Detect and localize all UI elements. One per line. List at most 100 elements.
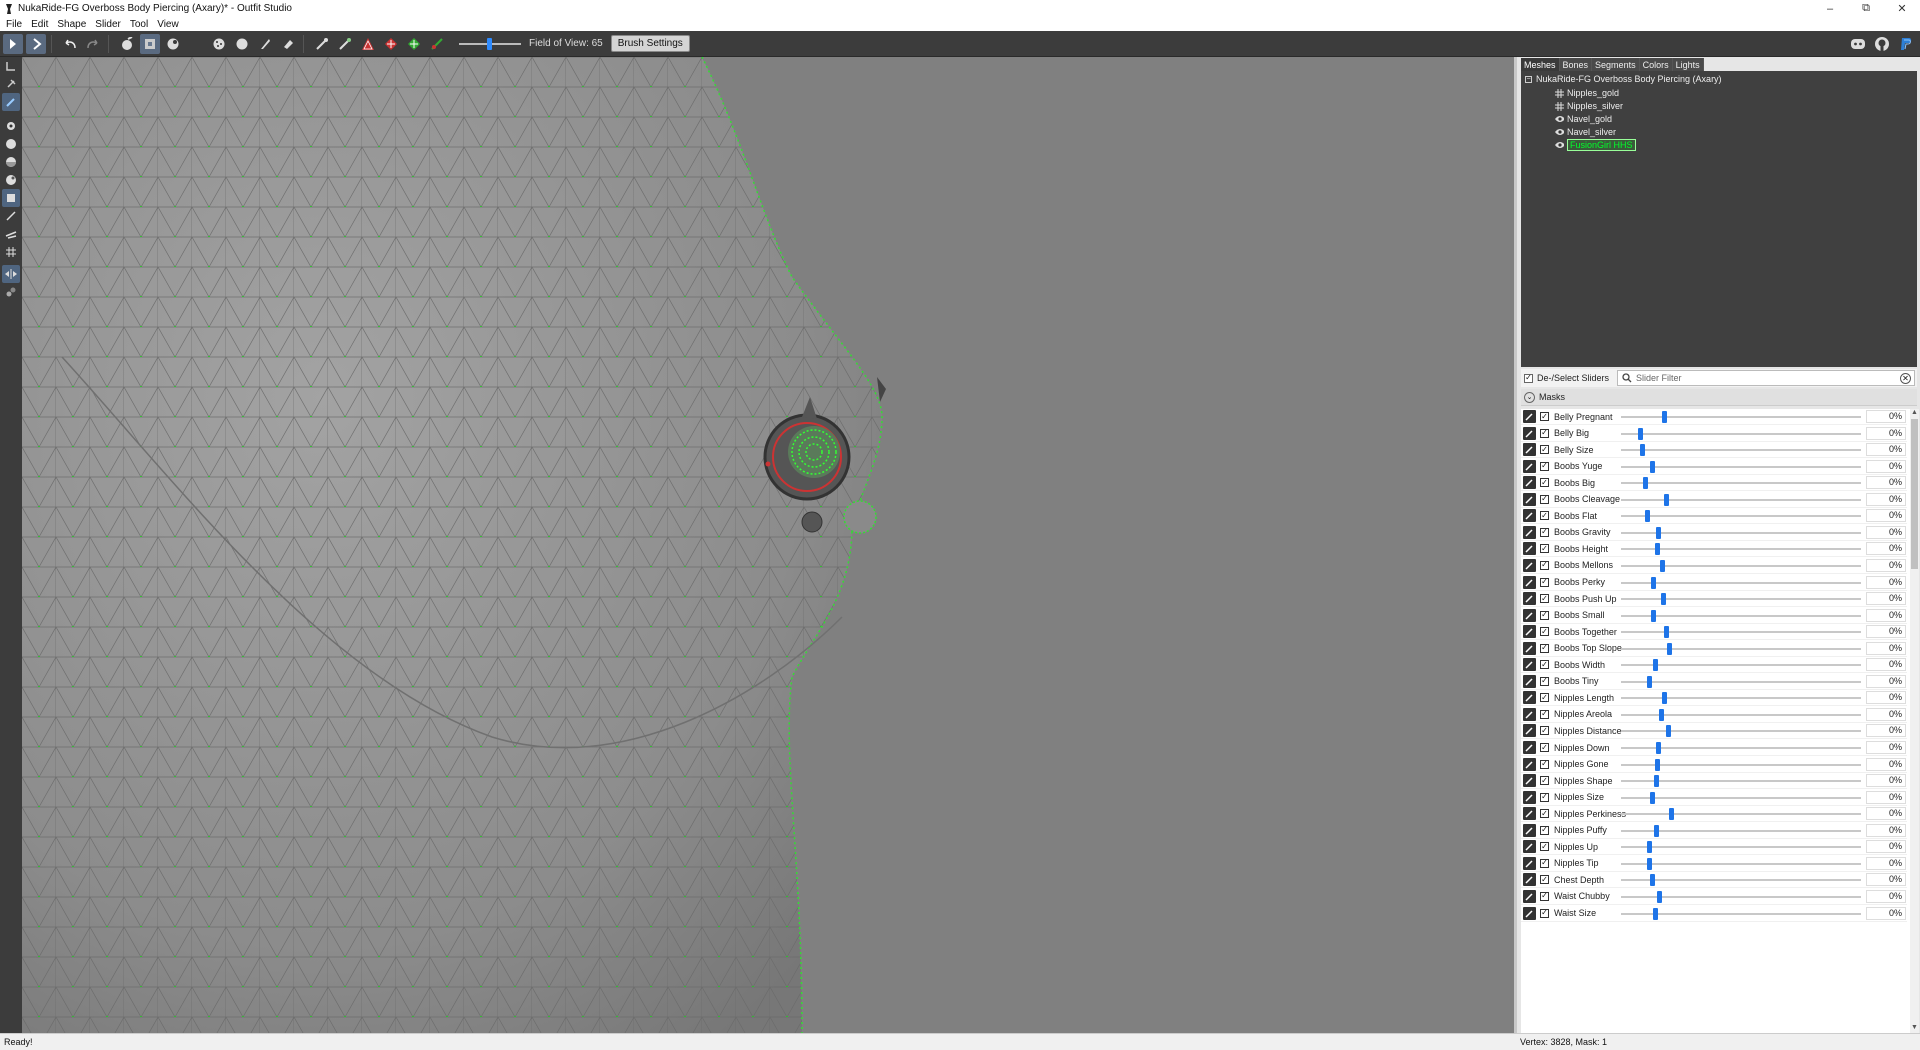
slider-checkbox[interactable]: ✓ (1540, 825, 1549, 835)
slider-thumb[interactable] (1650, 460, 1655, 473)
slider-track[interactable] (1621, 879, 1861, 882)
sphere-dots-icon[interactable] (2, 171, 20, 189)
edit-slider-icon[interactable] (1523, 542, 1536, 556)
tab-bones[interactable]: Bones (1559, 58, 1593, 71)
slider-checkbox[interactable]: ✓ (1540, 792, 1549, 802)
slider-value[interactable]: 0% (1866, 906, 1906, 920)
slider-track[interactable] (1621, 680, 1861, 683)
eye-icon[interactable] (1555, 115, 1564, 124)
move-tool-icon[interactable] (2, 57, 20, 75)
slider-checkbox[interactable]: ✓ (1540, 693, 1549, 703)
slider-track[interactable] (1621, 498, 1861, 501)
pin-tool-icon[interactable] (2, 75, 20, 93)
select-tool-icon[interactable] (3, 33, 23, 54)
slider-row[interactable]: ✓ Belly Big 0% (1521, 426, 1907, 442)
slider-row[interactable]: ✓ Nipples Areola 0% (1521, 707, 1907, 723)
slider-checkbox[interactable]: ✓ (1540, 627, 1549, 637)
slider-value[interactable]: 0% (1866, 641, 1906, 655)
slider-track[interactable] (1621, 813, 1861, 816)
slider-track[interactable] (1621, 796, 1861, 799)
edit-slider-icon[interactable] (1523, 707, 1536, 721)
eraser-brush-icon[interactable] (278, 34, 298, 54)
tab-segments[interactable]: Segments (1592, 58, 1640, 71)
slider-checkbox[interactable]: ✓ (1540, 809, 1549, 819)
slider-thumb[interactable] (1655, 758, 1660, 771)
slider-track[interactable] (1621, 846, 1861, 849)
slider-checkbox[interactable]: ✓ (1540, 494, 1549, 504)
slider-checkbox[interactable]: ✓ (1540, 660, 1549, 670)
edit-slider-icon[interactable] (1523, 608, 1536, 622)
half-sphere-icon[interactable] (2, 153, 20, 171)
tab-lights[interactable]: Lights (1672, 58, 1704, 71)
slider-thumb[interactable] (1662, 411, 1667, 423)
eye-icon[interactable] (1555, 128, 1564, 137)
edit-slider-icon[interactable] (1523, 443, 1536, 457)
slider-row[interactable]: ✓ Nipples Up 0% (1521, 839, 1907, 856)
move-brush-icon[interactable] (186, 34, 206, 54)
menu-slider[interactable]: Slider (95, 19, 121, 30)
edit-slider-icon[interactable] (1523, 575, 1536, 589)
slider-checkbox[interactable]: ✓ (1540, 908, 1549, 918)
slider-thumb[interactable] (1638, 427, 1643, 440)
slider-row[interactable]: ✓ Nipples Puffy 0% (1521, 823, 1907, 839)
slider-row[interactable]: ✓ Boobs Mellons 0% (1521, 558, 1907, 574)
menu-view[interactable]: View (157, 19, 179, 30)
slider-value[interactable]: 0% (1866, 674, 1906, 688)
edit-slider-icon[interactable] (1523, 889, 1536, 903)
slider-thumb[interactable] (1647, 841, 1652, 854)
slider-value[interactable]: 0% (1866, 790, 1906, 804)
alpha-brush-icon[interactable] (335, 34, 355, 54)
slider-thumb[interactable] (1666, 725, 1671, 738)
cube-tool-icon[interactable] (2, 189, 20, 207)
slider-thumb[interactable] (1669, 808, 1674, 821)
mesh-item-navel-gold[interactable]: Navel_gold (1555, 113, 1612, 125)
slider-value[interactable]: 0% (1866, 757, 1906, 771)
slider-thumb[interactable] (1651, 609, 1656, 622)
minimize-icon[interactable]: – (1812, 0, 1848, 17)
slider-row[interactable]: ✓ Belly Pregnant 0% (1521, 409, 1907, 425)
edge-collapse-icon[interactable] (381, 34, 401, 54)
undo-icon[interactable] (60, 34, 80, 54)
sphere-small-icon[interactable] (2, 117, 20, 135)
slider-thumb[interactable] (1661, 593, 1666, 606)
slider-value[interactable]: 0% (1866, 476, 1906, 490)
slider-thumb[interactable] (1653, 907, 1658, 920)
deselect-sliders-toggle[interactable]: ✓ De-/Select Sliders (1524, 373, 1609, 383)
slider-checkbox[interactable]: ✓ (1540, 610, 1549, 620)
slider-checkbox[interactable]: ✓ (1540, 412, 1549, 421)
slider-thumb[interactable] (1656, 526, 1661, 539)
slider-thumb[interactable] (1659, 708, 1664, 721)
slider-thumb[interactable] (1645, 510, 1650, 523)
slider-row[interactable]: ✓ Nipples Shape 0% (1521, 773, 1907, 790)
mesh-item-nipples-gold[interactable]: Nipples_gold (1555, 87, 1619, 99)
scroll-thumb[interactable] (1911, 419, 1918, 569)
connected-tool-icon[interactable] (2, 283, 20, 301)
edit-slider-icon[interactable] (1523, 459, 1536, 473)
tree-root[interactable]: − NukaRide-FG Overboss Body Piercing (Ax… (1525, 74, 1722, 84)
mesh-item-fusiongirl-hhs[interactable]: FusionGirl HHS (1555, 139, 1636, 151)
close-icon[interactable]: ✕ (1884, 0, 1920, 17)
slider-track[interactable] (1621, 730, 1861, 733)
clear-filter-icon[interactable]: ✕ (1900, 373, 1911, 384)
menu-file[interactable]: File (6, 19, 22, 30)
smooth-brush-icon[interactable] (209, 34, 229, 54)
edit-slider-icon[interactable] (1523, 509, 1536, 523)
menu-edit[interactable]: Edit (31, 19, 48, 30)
edit-slider-icon[interactable] (1523, 757, 1536, 771)
3d-viewport[interactable] (22, 57, 1514, 1033)
transform-tool-icon[interactable] (26, 33, 46, 54)
scroll-up-icon[interactable]: ▲ (1910, 409, 1919, 418)
slider-checkbox[interactable]: ✓ (1540, 709, 1549, 719)
slider-row[interactable]: ✓ Boobs Together 0% (1521, 624, 1907, 641)
slider-track[interactable] (1621, 713, 1861, 716)
slider-scrollbar[interactable]: ▲ ▼ (1910, 409, 1919, 1033)
edit-slider-icon[interactable] (1523, 426, 1536, 440)
edit-slider-icon[interactable] (1523, 558, 1536, 572)
slider-row[interactable]: ✓ Waist Chubby 0% (1521, 889, 1907, 905)
edit-slider-icon[interactable] (1523, 823, 1536, 837)
edit-slider-icon[interactable] (1523, 658, 1536, 672)
slider-track[interactable] (1621, 581, 1861, 584)
slider-checkbox[interactable]: ✓ (1540, 643, 1549, 653)
slider-value[interactable]: 0% (1866, 558, 1906, 572)
slider-value[interactable]: 0% (1866, 774, 1906, 788)
